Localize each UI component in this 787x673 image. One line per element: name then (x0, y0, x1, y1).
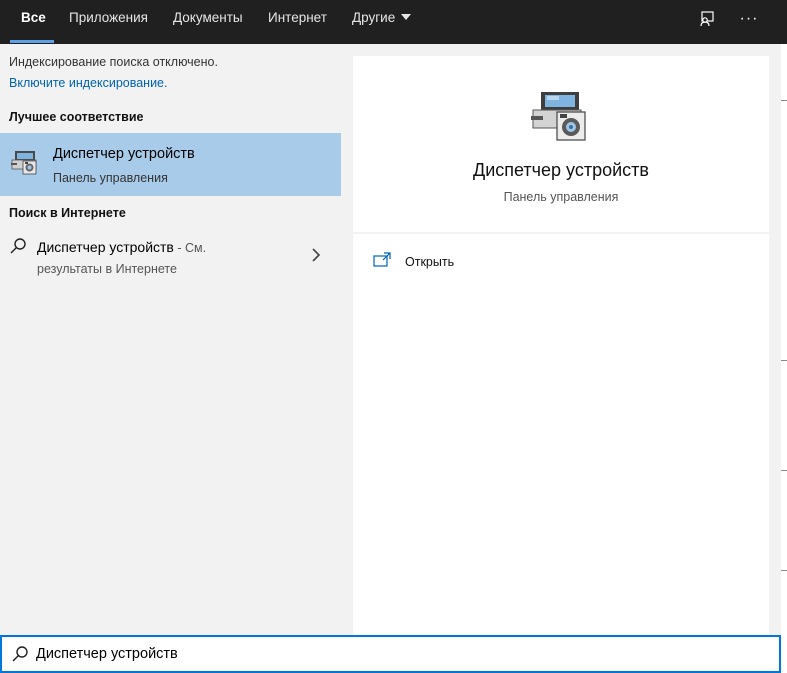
windows-search-window: Все Приложения Документы Интернет Другие… (0, 0, 787, 673)
details-panel: Диспетчер устройств Панель управления От… (341, 44, 781, 635)
search-tab-bar: Все Приложения Документы Интернет Другие… (0, 0, 781, 44)
open-action[interactable]: Открыть (373, 250, 573, 274)
best-match-subtitle: Панель управления (53, 171, 168, 185)
background-divider (781, 470, 787, 471)
web-search-suffix: - См. (173, 241, 207, 255)
best-match-result[interactable]: Диспетчер устройств Панель управления (0, 133, 341, 196)
details-card: Диспетчер устройств Панель управления (353, 56, 769, 232)
tab-apps[interactable]: Приложения (69, 0, 148, 44)
best-match-title: Диспетчер устройств (53, 146, 195, 162)
device-manager-icon (11, 151, 37, 175)
open-action-label: Открыть (405, 255, 455, 269)
search-icon (12, 646, 28, 662)
tab-internet[interactable]: Интернет (268, 0, 327, 44)
web-search-title: Диспетчер устройств (37, 239, 174, 255)
search-icon (10, 238, 26, 254)
open-icon (373, 252, 391, 267)
web-search-title-line: Диспетчер устройств - См. (37, 239, 206, 255)
details-title: Диспетчер устройств (473, 160, 649, 180)
feedback-icon[interactable] (694, 6, 720, 32)
chevron-right-icon (312, 248, 321, 262)
results-list-panel: Индексирование поиска отключено. Включит… (0, 44, 341, 635)
search-box (0, 635, 781, 673)
indexing-disabled-message: Индексирование поиска отключено. (9, 55, 218, 69)
best-match-header: Лучшее соответствие (9, 110, 144, 124)
background-divider (781, 570, 787, 571)
active-tab-indicator (10, 40, 54, 43)
caret-down-icon (401, 14, 412, 20)
enable-indexing-link[interactable]: Включите индексирование. (9, 76, 167, 90)
web-search-header: Поиск в Интернете (9, 206, 126, 220)
tab-other[interactable]: Другие (352, 0, 412, 44)
tab-all[interactable]: Все (21, 0, 46, 44)
more-options-icon[interactable]: ··· (736, 6, 762, 32)
background-divider (781, 100, 787, 101)
web-search-result[interactable]: Диспетчер устройств - См. результаты в И… (0, 230, 341, 282)
background-divider (781, 360, 787, 361)
search-input[interactable] (36, 642, 736, 666)
tab-other-label: Другие (352, 10, 396, 25)
device-manager-icon (531, 92, 586, 141)
actions-card: Открыть (353, 234, 769, 635)
background-dark-area (781, 0, 787, 44)
details-subtitle: Панель управления (503, 190, 619, 204)
tab-documents[interactable]: Документы (173, 0, 243, 44)
background-window-edge (781, 0, 787, 673)
web-search-subtitle: результаты в Интернете (37, 262, 177, 276)
